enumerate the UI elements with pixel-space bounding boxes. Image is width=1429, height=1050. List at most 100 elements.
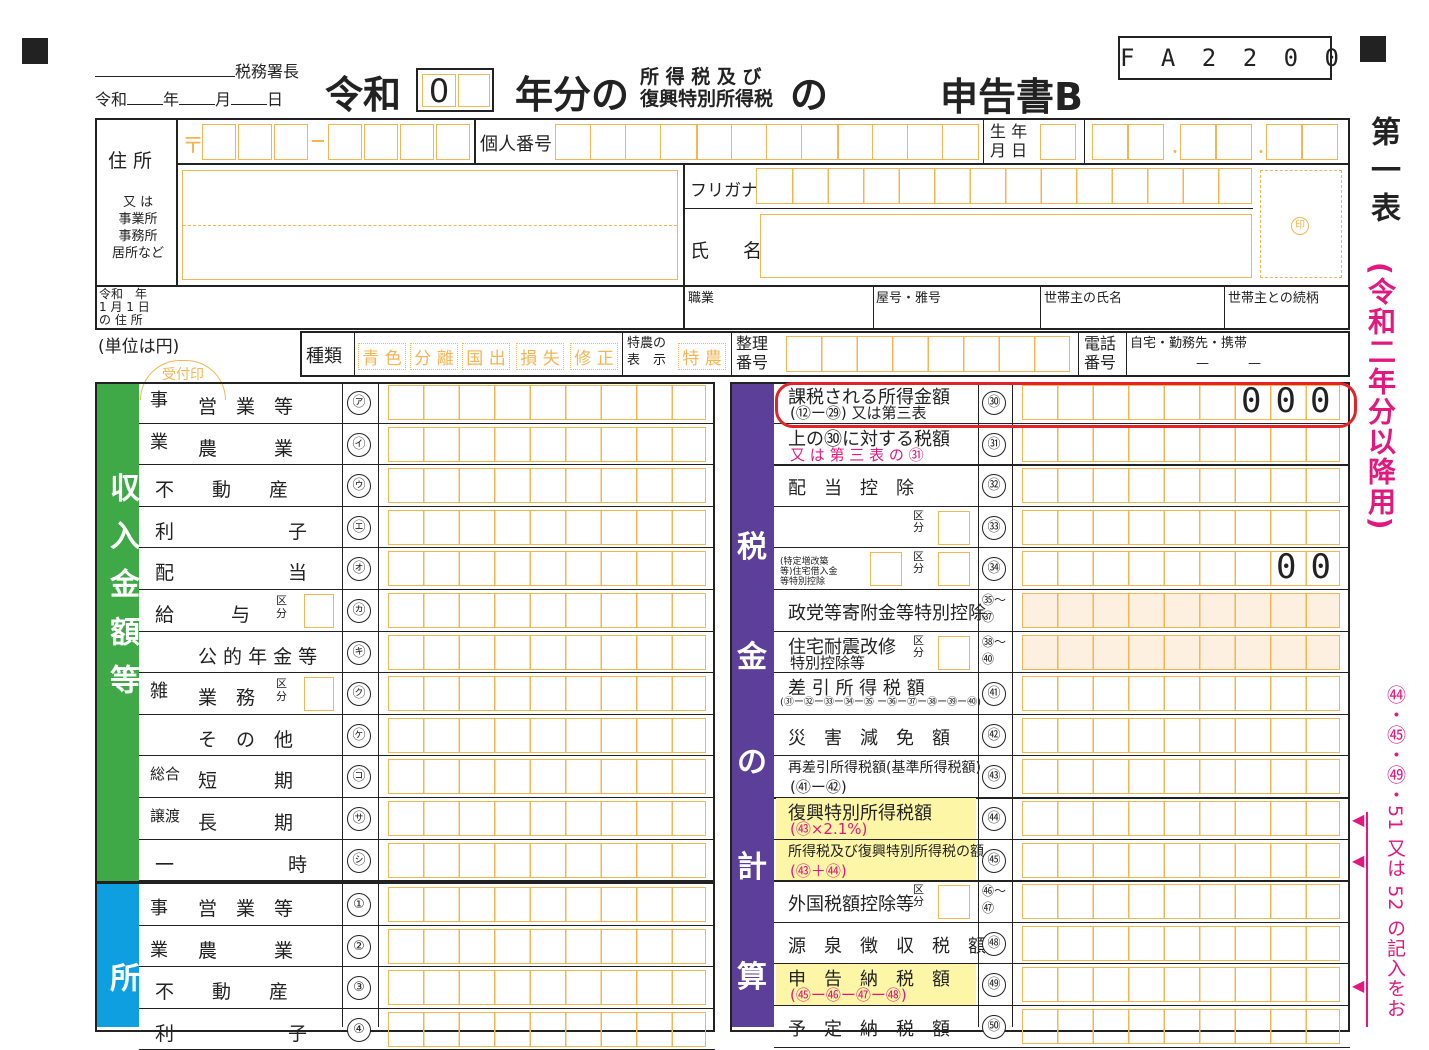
reiwa-label: 令和 <box>325 73 402 117</box>
income_section-row-label: そ の 他 <box>198 728 294 751</box>
tax-amount-field[interactable] <box>1022 842 1340 878</box>
usage-note: (令和二年分以降用) <box>1364 262 1397 532</box>
income_section-amount-field[interactable] <box>388 717 706 753</box>
tax-amount-field[interactable] <box>1022 759 1340 795</box>
income_section-row-label: 公 的 年 金 等 <box>198 645 318 668</box>
tax-row-label: 予 定 納 税 額 <box>788 1019 950 1040</box>
income_section-group-label: 譲渡 <box>150 807 181 825</box>
highlight-taxable-income <box>775 382 1357 428</box>
income_section-row-label: 配 当 <box>155 562 308 585</box>
tax-amount-field[interactable] <box>1022 509 1340 545</box>
income_section-amount-field[interactable] <box>388 468 706 504</box>
income_section-amount-field[interactable] <box>388 426 706 462</box>
kind-bunri[interactable]: 分 離 <box>410 343 458 370</box>
shotoku-amount-field[interactable] <box>388 1011 706 1047</box>
tax-row-mark: ㊿ <box>982 1015 1006 1039</box>
tax-kubun-field[interactable] <box>938 552 970 587</box>
tax-office-line: 税務署長 <box>95 58 299 82</box>
kind-tokunou[interactable]: 特 農 <box>678 343 726 370</box>
form-code: F A 2 2 0 0 <box>1118 36 1339 80</box>
unit-label: (単位は円) <box>98 337 180 357</box>
income_section-row-mark: ㋛ <box>347 848 371 873</box>
income_section-row-mark: ㋕ <box>347 599 371 623</box>
income_section-amount-field[interactable] <box>388 842 706 878</box>
kind-aoiro[interactable]: 青 色 <box>358 343 406 370</box>
tax-kubun-field-1[interactable] <box>870 552 902 587</box>
year-suffix: 年分の <box>515 73 630 117</box>
income_section-amount-field[interactable] <box>388 759 706 795</box>
tax-row-mark: ㉝ <box>982 515 1006 540</box>
shotoku-row-mark: ③ <box>347 976 371 1001</box>
shotoku-amount-field[interactable] <box>388 970 706 1006</box>
income_section-row-mark: ㋒ <box>347 474 371 499</box>
income_section-amount-field[interactable] <box>388 593 706 628</box>
tax-row-mark: ㉜ <box>982 474 1006 499</box>
kubun-field[interactable] <box>304 594 334 628</box>
shotoku-amount-field[interactable] <box>388 887 706 922</box>
tax-row-mark: ㉛ <box>982 432 1006 457</box>
tax-amount-field[interactable] <box>1022 925 1340 961</box>
tax-amount-field[interactable] <box>1022 884 1340 920</box>
shotoku-amount-field[interactable] <box>388 928 706 964</box>
tax-amount-field[interactable] <box>1022 468 1340 504</box>
income_section-row-mark: ㋗ <box>347 682 371 707</box>
tax-row-label: (特定増改築等)住宅借入金等特別控除 <box>780 557 838 588</box>
shotoku-row-mark: ① <box>347 893 371 917</box>
address-field[interactable] <box>182 170 678 280</box>
year-value: 0 <box>422 74 456 107</box>
kubun-field[interactable] <box>304 677 334 712</box>
seal-box[interactable]: 印 <box>1260 170 1342 278</box>
kind-kokushutsu[interactable]: 国 出 <box>462 343 510 370</box>
tax-row-label: 源 泉 徴 収 税 額 <box>788 935 986 957</box>
income_section-amount-field[interactable] <box>388 634 706 670</box>
tax-amount-field[interactable] <box>1022 593 1340 628</box>
tax-row-mark: ㊷ <box>982 723 1006 748</box>
shotoku-row-label: 利 子 <box>155 1022 308 1045</box>
tax-row-mark: ㉟〜㊲ <box>982 593 1007 624</box>
phone-dash[interactable]: — — <box>1196 352 1261 371</box>
tax-kubun-label: 区分 <box>913 633 924 659</box>
birth-label: 生 年 月 日 <box>990 122 1028 160</box>
furigana-label: フリガナ <box>690 181 758 201</box>
income_section-amount-field[interactable] <box>388 551 706 587</box>
tax-kubun-label: 区分 <box>913 883 924 909</box>
tax-amount-field[interactable] <box>1022 717 1340 753</box>
income_section-amount-field[interactable] <box>388 801 706 836</box>
tax-row-mark: ㊹ <box>982 807 1006 831</box>
tax-kubun-label: 区分 <box>913 550 924 576</box>
tax-amount-field[interactable] <box>1022 967 1340 1003</box>
income_section-row-mark: ㋓ <box>347 515 371 540</box>
seiri-field[interactable] <box>786 336 1070 372</box>
income_section-amount-field[interactable] <box>388 676 706 712</box>
shotoku-row-mark: ④ <box>347 1017 371 1042</box>
arrow-49: ◀ <box>1352 976 1365 995</box>
income_section-amount-field[interactable] <box>388 509 706 545</box>
tax-kubun-field[interactable] <box>938 510 970 545</box>
tax-kubun-field[interactable] <box>938 885 970 920</box>
tax-amount-field[interactable] <box>1022 676 1340 712</box>
year-box[interactable]: 0 <box>416 68 494 112</box>
kind-sonshitsu[interactable]: 損 失 <box>516 343 564 370</box>
postal-mark: 〒 <box>182 134 205 159</box>
tax-row-sublabel: 又 は 第 三 表 の ㉛ <box>790 445 924 464</box>
income_section-group-label: 雑 <box>150 681 168 703</box>
job-label: 職業 <box>688 291 715 306</box>
tax-amount-field[interactable] <box>1022 634 1340 670</box>
income_section-amount-field[interactable] <box>388 385 706 420</box>
tax-kubun-field[interactable] <box>938 635 970 670</box>
my-number-label: 個人番号 <box>480 134 552 155</box>
bottom-note: ㊹・㊺・㊾・51 又は 52 の記入をお <box>1384 685 1406 1019</box>
furigana-cells <box>758 168 1252 204</box>
tax-amount-field[interactable] <box>1022 426 1340 462</box>
phone-label: 電話 番号 <box>1084 334 1117 372</box>
tax-row-mark: ㊶ <box>982 682 1006 707</box>
kubun-label: 区分 <box>276 594 287 620</box>
relation-label: 世帯主との続柄 <box>1228 291 1319 306</box>
shotoku-row-mark: ② <box>347 934 371 959</box>
tax-amount-field[interactable] <box>1022 801 1340 836</box>
tax-row-sublabel: (㊺ー㊻ー㊼ー㊽) <box>790 986 907 1005</box>
tax-row-label: 再差引所得税額(基準所得税額) <box>788 760 981 777</box>
name-field[interactable] <box>760 214 1252 278</box>
kind-shusei[interactable]: 修 正 <box>570 343 618 370</box>
my-number-field[interactable] <box>555 124 979 160</box>
